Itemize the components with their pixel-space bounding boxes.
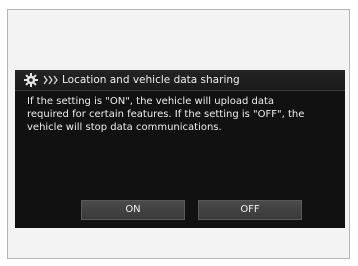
chevrons-icon bbox=[43, 75, 58, 85]
dialog-title: Location and vehicle data sharing bbox=[62, 74, 240, 86]
dialog-message: If the setting is "ON", the vehicle will… bbox=[27, 95, 337, 134]
message-line: If the setting is "ON", the vehicle will… bbox=[27, 96, 274, 107]
on-button[interactable]: ON bbox=[81, 200, 185, 220]
dialog-header: Location and vehicle data sharing bbox=[15, 70, 345, 91]
message-line: vehicle will stop data communications. bbox=[27, 122, 222, 133]
dialog-screen: Location and vehicle data sharing If the… bbox=[15, 70, 345, 228]
off-button[interactable]: OFF bbox=[198, 200, 302, 220]
page-frame: Location and vehicle data sharing If the… bbox=[7, 9, 350, 259]
message-line: required for certain features. If the se… bbox=[27, 109, 305, 120]
gear-icon bbox=[24, 73, 38, 87]
